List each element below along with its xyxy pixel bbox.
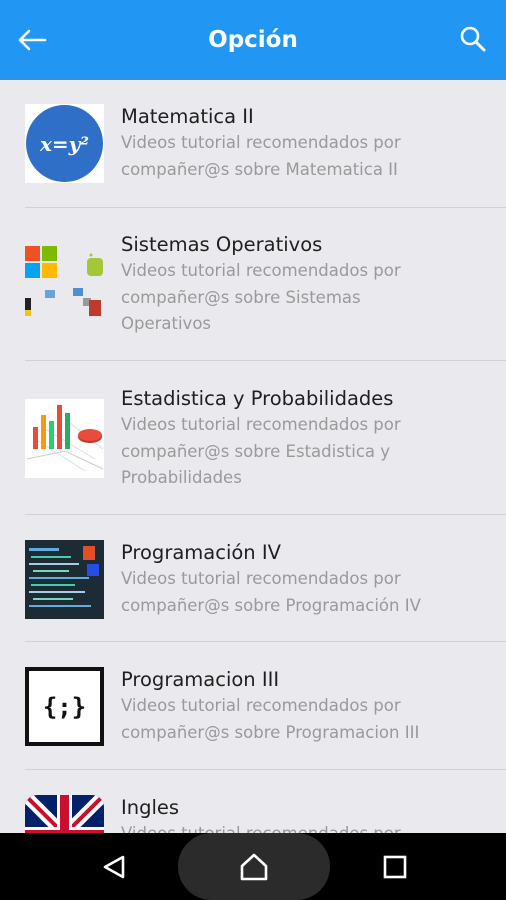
item-description: Videos tutorial recomendados por compañe… <box>121 693 419 746</box>
list-item-ingles[interactable]: Ingles Videos tutorial recomendados por <box>0 770 506 833</box>
item-title: Ingles <box>121 796 180 819</box>
item-description: Videos tutorial recomendados por compañe… <box>121 130 401 183</box>
description-line: Operativos <box>121 314 212 333</box>
item-description: Videos tutorial recomendados por <box>121 821 401 833</box>
matematica-thumbnail: x=y² <box>25 104 104 183</box>
system-nav-bar <box>0 833 506 900</box>
list-item-programacion-iii[interactable]: {;} Programacion III Videos tutorial rec… <box>0 642 506 770</box>
item-description: Videos tutorial recomendados por compañe… <box>121 412 401 492</box>
sistemas-thumbnail <box>25 246 104 325</box>
description-line: compañer@s sobre Programacion III <box>121 722 420 742</box>
description-line: compañer@s sobre Estadistica y <box>121 441 391 461</box>
item-title: Sistemas Operativos <box>121 233 323 256</box>
item-title: Programacion III <box>121 668 280 691</box>
item-title: Estadistica y Probabilidades <box>121 387 394 410</box>
programacion-iv-thumbnail <box>25 540 104 619</box>
code-screen-icon <box>25 540 104 619</box>
programacion-iii-thumbnail: {;} <box>25 667 104 746</box>
description-line: Videos tutorial recomendados por <box>121 261 401 280</box>
estadistica-thumbnail <box>25 399 104 478</box>
recents-square-icon[interactable] <box>382 854 408 880</box>
item-description: Videos tutorial recomendados por compañe… <box>121 258 401 338</box>
item-title: Matematica II <box>121 105 254 128</box>
description-line: compañer@s sobre Sistemas <box>121 287 361 307</box>
list-item-estadistica[interactable]: Estadistica y Probabilidades Videos tuto… <box>0 361 506 515</box>
app-bar: Opción <box>0 0 506 80</box>
list-item-sistemas-operativos[interactable]: Sistemas Operativos Videos tutorial reco… <box>0 208 506 361</box>
description-line: compañer@s sobre Matematica II <box>121 159 398 179</box>
formula-text: x=y² <box>39 131 90 156</box>
home-icon[interactable] <box>238 852 270 882</box>
description-line: compañer@s sobre Programación IV <box>121 595 421 615</box>
item-title: Programación IV <box>121 541 281 564</box>
search-icon[interactable] <box>458 24 488 54</box>
description-line: Videos tutorial recomendados por <box>121 569 401 588</box>
list-item-matematica-ii[interactable]: x=y² Matematica II Videos tutorial recom… <box>0 80 506 208</box>
os-logos-icon <box>25 246 103 316</box>
uk-flag-icon <box>25 795 104 833</box>
chart-graphic-icon <box>26 405 104 472</box>
ingles-thumbnail <box>25 795 104 833</box>
item-description: Videos tutorial recomendados por compañe… <box>121 566 421 619</box>
description-line: Videos tutorial recomendados por <box>121 696 401 715</box>
page-title: Opción <box>208 27 298 53</box>
braces-icon: {;} <box>42 692 87 721</box>
description-line: Videos tutorial recomendados por <box>121 415 401 434</box>
back-arrow-icon[interactable] <box>14 22 50 58</box>
description-line: Videos tutorial recomendados por <box>121 821 401 833</box>
list-item-programacion-iv[interactable]: Programación IV Videos tutorial recomend… <box>0 515 506 642</box>
description-line: Probabilidades <box>121 468 242 487</box>
course-list: x=y² Matematica II Videos tutorial recom… <box>0 80 506 833</box>
back-triangle-icon[interactable] <box>101 854 127 880</box>
formula-circle: x=y² <box>26 105 103 182</box>
description-line: Videos tutorial recomendados por <box>121 133 401 152</box>
